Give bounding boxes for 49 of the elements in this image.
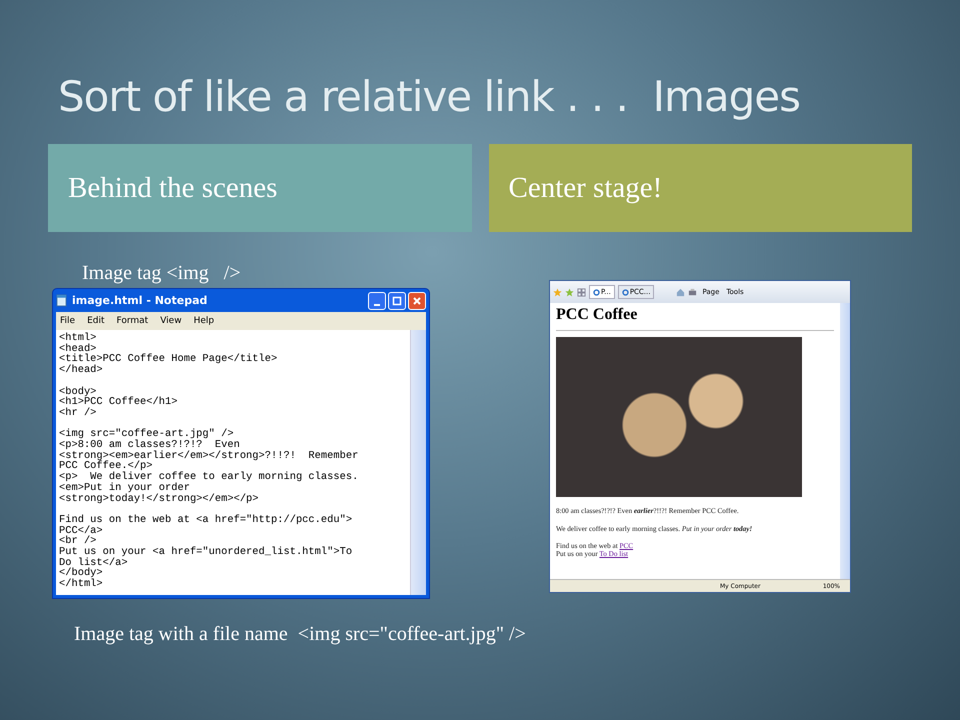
section-header: Behind the scenes (48, 144, 472, 232)
code-line: <h1>PCC Coffee</h1> (59, 397, 178, 408)
maximize-icon (392, 296, 402, 306)
code-line: <br /> (59, 536, 96, 548)
add-favorite-icon[interactable] (565, 288, 574, 296)
menu-item[interactable]: Edit (87, 316, 104, 326)
globe-icon (622, 288, 629, 296)
close-icon (412, 296, 422, 306)
menu-item[interactable]: Help (194, 316, 214, 326)
code-line: <p>8:00 am classes?!?!? Even (59, 440, 240, 451)
notepad-icon (56, 294, 67, 307)
code-line: <p> We deliver coffee to early morning classes. (59, 472, 358, 483)
code-line: <strong>today!</strong></em></p> (59, 494, 259, 504)
caption-text: Image tag <img /> (82, 262, 242, 286)
code-line: Do list</a> (59, 558, 128, 568)
minimize-icon (374, 304, 380, 306)
maximize-button[interactable] (388, 292, 406, 310)
window-title: image.html - Notepad (72, 294, 208, 307)
code-line: </body> (59, 568, 103, 580)
code-line: <img src="coffee-art.jpg" /> (59, 429, 234, 440)
code-line: <title>PCC Coffee Home Page</title> (59, 354, 278, 366)
slide-title: Sort of like a relative link . . . Images (58, 72, 801, 123)
code-line: PCC</a> (59, 526, 103, 536)
scrollbar[interactable] (840, 303, 850, 579)
caption-text: Image tag with a file name <img src="coffee-art.jpg" /> (74, 623, 527, 646)
menu-item[interactable]: Format (116, 316, 148, 326)
code-line: <strong><em>earlier</em></strong>?!!?! Remember (59, 450, 358, 462)
code-line: <html> (59, 333, 96, 344)
code-line: PCC Coffee.</p> (59, 461, 153, 472)
code-line: Find us on the web at <a href="http://pcc.edu"> (59, 514, 352, 526)
grid-icon[interactable] (577, 288, 586, 296)
globe-icon (593, 288, 600, 296)
close-button[interactable] (408, 292, 426, 310)
star-icon[interactable] (553, 288, 562, 296)
code-line: </head> (59, 365, 103, 376)
print-icon[interactable] (688, 288, 698, 296)
code-line: <body> (59, 386, 96, 398)
code-line: <hr /> (59, 408, 96, 419)
code-line: </html> (59, 579, 103, 590)
section-header: Center stage! (488, 144, 912, 232)
home-icon[interactable] (676, 288, 686, 296)
minimize-button[interactable] (368, 292, 386, 310)
page-heading: PCC Coffee (556, 306, 638, 324)
code-line: <em>Put in your order (59, 482, 190, 494)
code-line: <head> (59, 344, 96, 354)
scrollbar[interactable] (410, 330, 426, 595)
menu-item[interactable]: File (60, 316, 76, 326)
menu-item[interactable]: View (160, 316, 182, 326)
code-line: Put us on your <a href="unordered_list.html">To (59, 547, 352, 558)
